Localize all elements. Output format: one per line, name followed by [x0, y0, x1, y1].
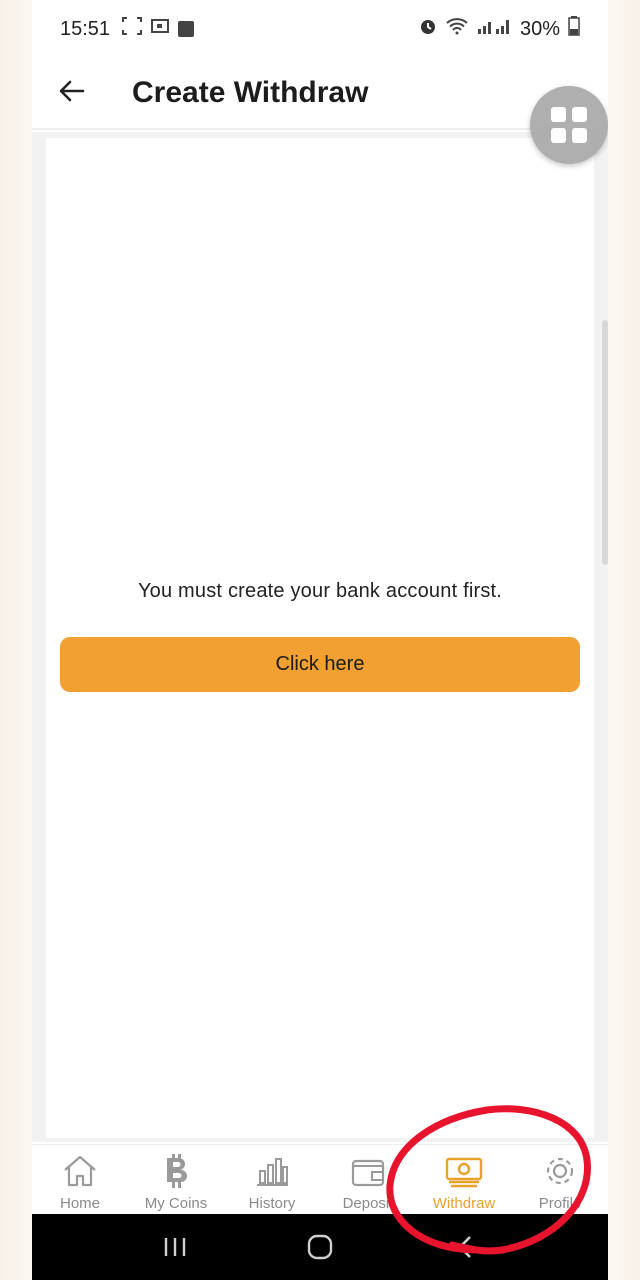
gear-icon [541, 1153, 579, 1189]
nav-label-history: History [248, 1195, 296, 1212]
home-system-button[interactable] [300, 1227, 340, 1267]
nav-my-coins[interactable]: My Coins [128, 1145, 224, 1214]
nav-home[interactable]: Home [32, 1145, 128, 1214]
grid-icon [551, 107, 587, 143]
nav-label-profile: Profile [538, 1195, 582, 1212]
nav-label-deposit: Deposit [342, 1195, 394, 1212]
app-bar: Create Withdraw [32, 58, 608, 130]
recent-apps-icon [164, 1238, 185, 1256]
nav-label-home: Home [59, 1195, 100, 1212]
nav-label-my-coins: My Coins [144, 1195, 208, 1212]
bottom-navigation: Home My Coins History Deposit Withdraw P… [32, 1144, 608, 1214]
cash-icon [445, 1153, 483, 1189]
bitcoin-icon [157, 1153, 195, 1189]
scroll-indicator[interactable] [602, 320, 608, 565]
create-bank-account-button[interactable]: Click here [60, 637, 580, 692]
arrow-left-icon [59, 80, 85, 107]
home-circle-icon [307, 1234, 333, 1260]
bar-chart-icon [253, 1153, 291, 1189]
page-title: Create Withdraw [132, 76, 369, 109]
back-button[interactable] [42, 63, 102, 123]
nav-history[interactable]: History [224, 1145, 320, 1214]
wallet-icon [349, 1153, 387, 1189]
empty-state-message: You must create your bank account first. [137, 580, 503, 602]
app-notification-icon [178, 21, 195, 37]
back-system-button[interactable] [445, 1227, 485, 1267]
nav-label-withdraw: Withdraw [432, 1195, 496, 1212]
nav-withdraw[interactable]: Withdraw [416, 1145, 512, 1214]
status-bar: 15:51 30% [32, 0, 608, 58]
phone-screen: 15:51 30% Create Withdraw You must creat… [32, 0, 608, 1280]
wifi-icon [446, 17, 468, 41]
signal-icon [476, 17, 512, 41]
battery-icon [568, 16, 580, 42]
notification-icons [122, 17, 195, 41]
nav-deposit[interactable]: Deposit [320, 1145, 416, 1214]
system-status-icons: 30% [418, 16, 580, 42]
battery-percent: 30% [519, 17, 560, 40]
alarm-icon [418, 16, 438, 42]
recent-apps-button[interactable] [155, 1227, 195, 1267]
screen-record-icon [150, 17, 170, 41]
screenshot-icon [122, 17, 143, 41]
back-chevron-icon [458, 1236, 472, 1258]
status-time: 15:51 [60, 17, 111, 40]
home-icon [61, 1153, 99, 1189]
grid-menu-button[interactable] [530, 86, 608, 164]
nav-profile[interactable]: Profile [512, 1145, 608, 1214]
system-navigation-bar [32, 1214, 608, 1280]
